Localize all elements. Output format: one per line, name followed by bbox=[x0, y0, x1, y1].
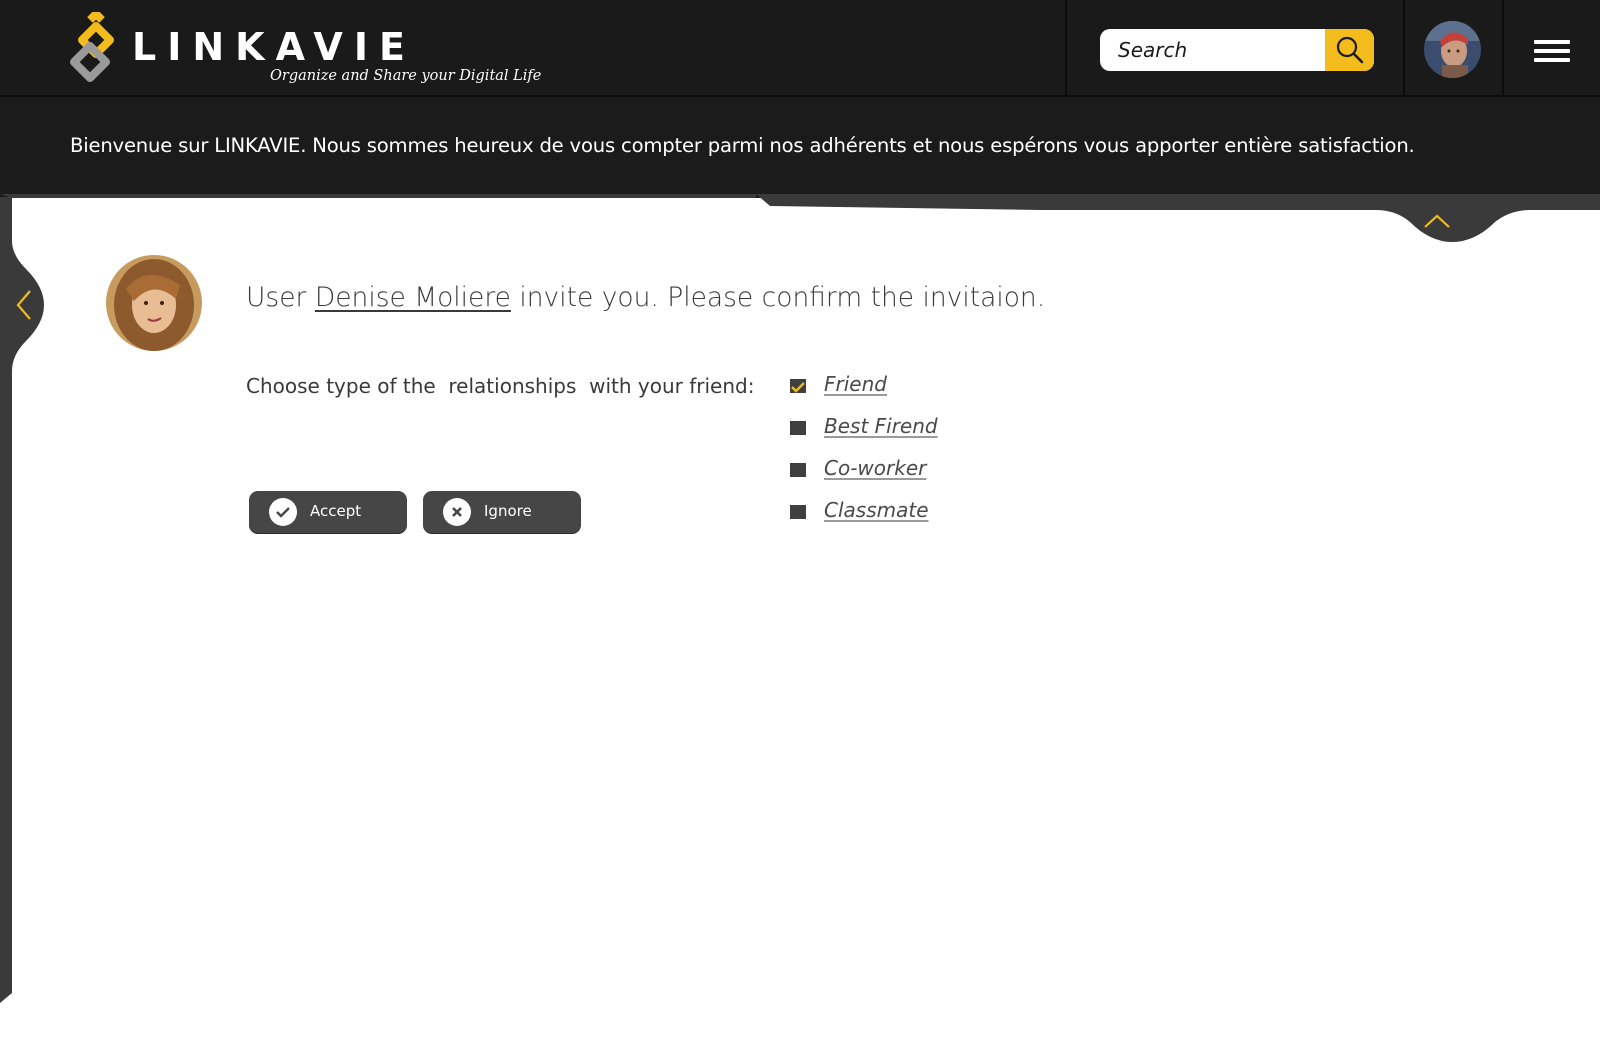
relationship-option-label[interactable]: Best Firend bbox=[824, 414, 938, 438]
logo-wordmark: LINKAVIE bbox=[132, 25, 416, 69]
accept-button[interactable]: Accept bbox=[249, 491, 407, 533]
ignore-button[interactable]: Ignore bbox=[423, 491, 581, 533]
chevron-left-icon bbox=[16, 290, 31, 320]
accept-button-label: Accept bbox=[310, 502, 362, 520]
relationship-option-label[interactable]: Co-worker bbox=[824, 456, 926, 480]
checkbox-unchecked[interactable] bbox=[790, 505, 806, 519]
welcome-message: Bienvenue sur LINKAVIE. Nous sommes heur… bbox=[70, 134, 1415, 157]
avatar-photo bbox=[106, 255, 202, 351]
checkbox-checked[interactable] bbox=[790, 379, 806, 393]
checkmark-icon bbox=[791, 382, 805, 393]
hamburger-menu-icon bbox=[1534, 49, 1570, 53]
collapse-banner-button[interactable] bbox=[1413, 207, 1463, 233]
sidebar-toggle-button[interactable] bbox=[6, 285, 36, 325]
search-input[interactable] bbox=[1100, 29, 1326, 71]
hamburger-menu-button[interactable] bbox=[1534, 40, 1570, 62]
header-divider bbox=[1065, 0, 1067, 95]
invitation-suffix: invite you. Please confirm the invitaion… bbox=[510, 282, 1046, 313]
close-circle-icon bbox=[443, 498, 471, 526]
relationship-option-label[interactable]: Friend bbox=[824, 372, 887, 396]
relationship-option-classmate[interactable]: Classmate bbox=[790, 498, 990, 526]
invitation-prefix: User bbox=[246, 282, 315, 313]
logo-tagline: Organize and Share your Digital Life bbox=[270, 68, 542, 84]
checkbox-unchecked[interactable] bbox=[790, 421, 806, 435]
relationship-prompt: Choose type of the relationships with yo… bbox=[246, 374, 755, 398]
welcome-banner: Bienvenue sur LINKAVIE. Nous sommes heur… bbox=[0, 97, 1600, 198]
relationship-option-friend[interactable]: Friend bbox=[790, 372, 990, 400]
logo-diamond-icon bbox=[70, 12, 114, 82]
header-divider bbox=[1502, 0, 1504, 95]
relationship-option-label[interactable]: Classmate bbox=[824, 498, 929, 522]
search-button[interactable] bbox=[1325, 29, 1374, 71]
top-navbar: LINKAVIE Organize and Share your Digital… bbox=[0, 0, 1600, 97]
relationship-option-best-friend[interactable]: Best Firend bbox=[790, 414, 990, 442]
linkavie-logo[interactable]: LINKAVIE Organize and Share your Digital… bbox=[68, 12, 541, 92]
inviter-avatar[interactable] bbox=[106, 255, 202, 351]
panel-top-edge bbox=[0, 194, 1600, 242]
chevron-up-icon bbox=[1424, 214, 1450, 228]
current-user-avatar[interactable] bbox=[1424, 21, 1481, 78]
checkbox-unchecked[interactable] bbox=[790, 463, 806, 477]
check-circle-icon bbox=[269, 498, 297, 526]
header-divider bbox=[1403, 0, 1405, 95]
search-box bbox=[1100, 29, 1374, 71]
invitation-message: User Denise Moliere invite you. Please c… bbox=[246, 282, 1045, 313]
inviter-name-link[interactable]: Denise Moliere bbox=[315, 282, 511, 313]
relationship-option-co-worker[interactable]: Co-worker bbox=[790, 456, 990, 484]
avatar-photo bbox=[1424, 21, 1481, 78]
hamburger-menu-icon bbox=[1534, 40, 1570, 44]
ignore-button-label: Ignore bbox=[484, 502, 532, 520]
hamburger-menu-icon bbox=[1534, 58, 1570, 62]
search-icon bbox=[1336, 36, 1363, 64]
